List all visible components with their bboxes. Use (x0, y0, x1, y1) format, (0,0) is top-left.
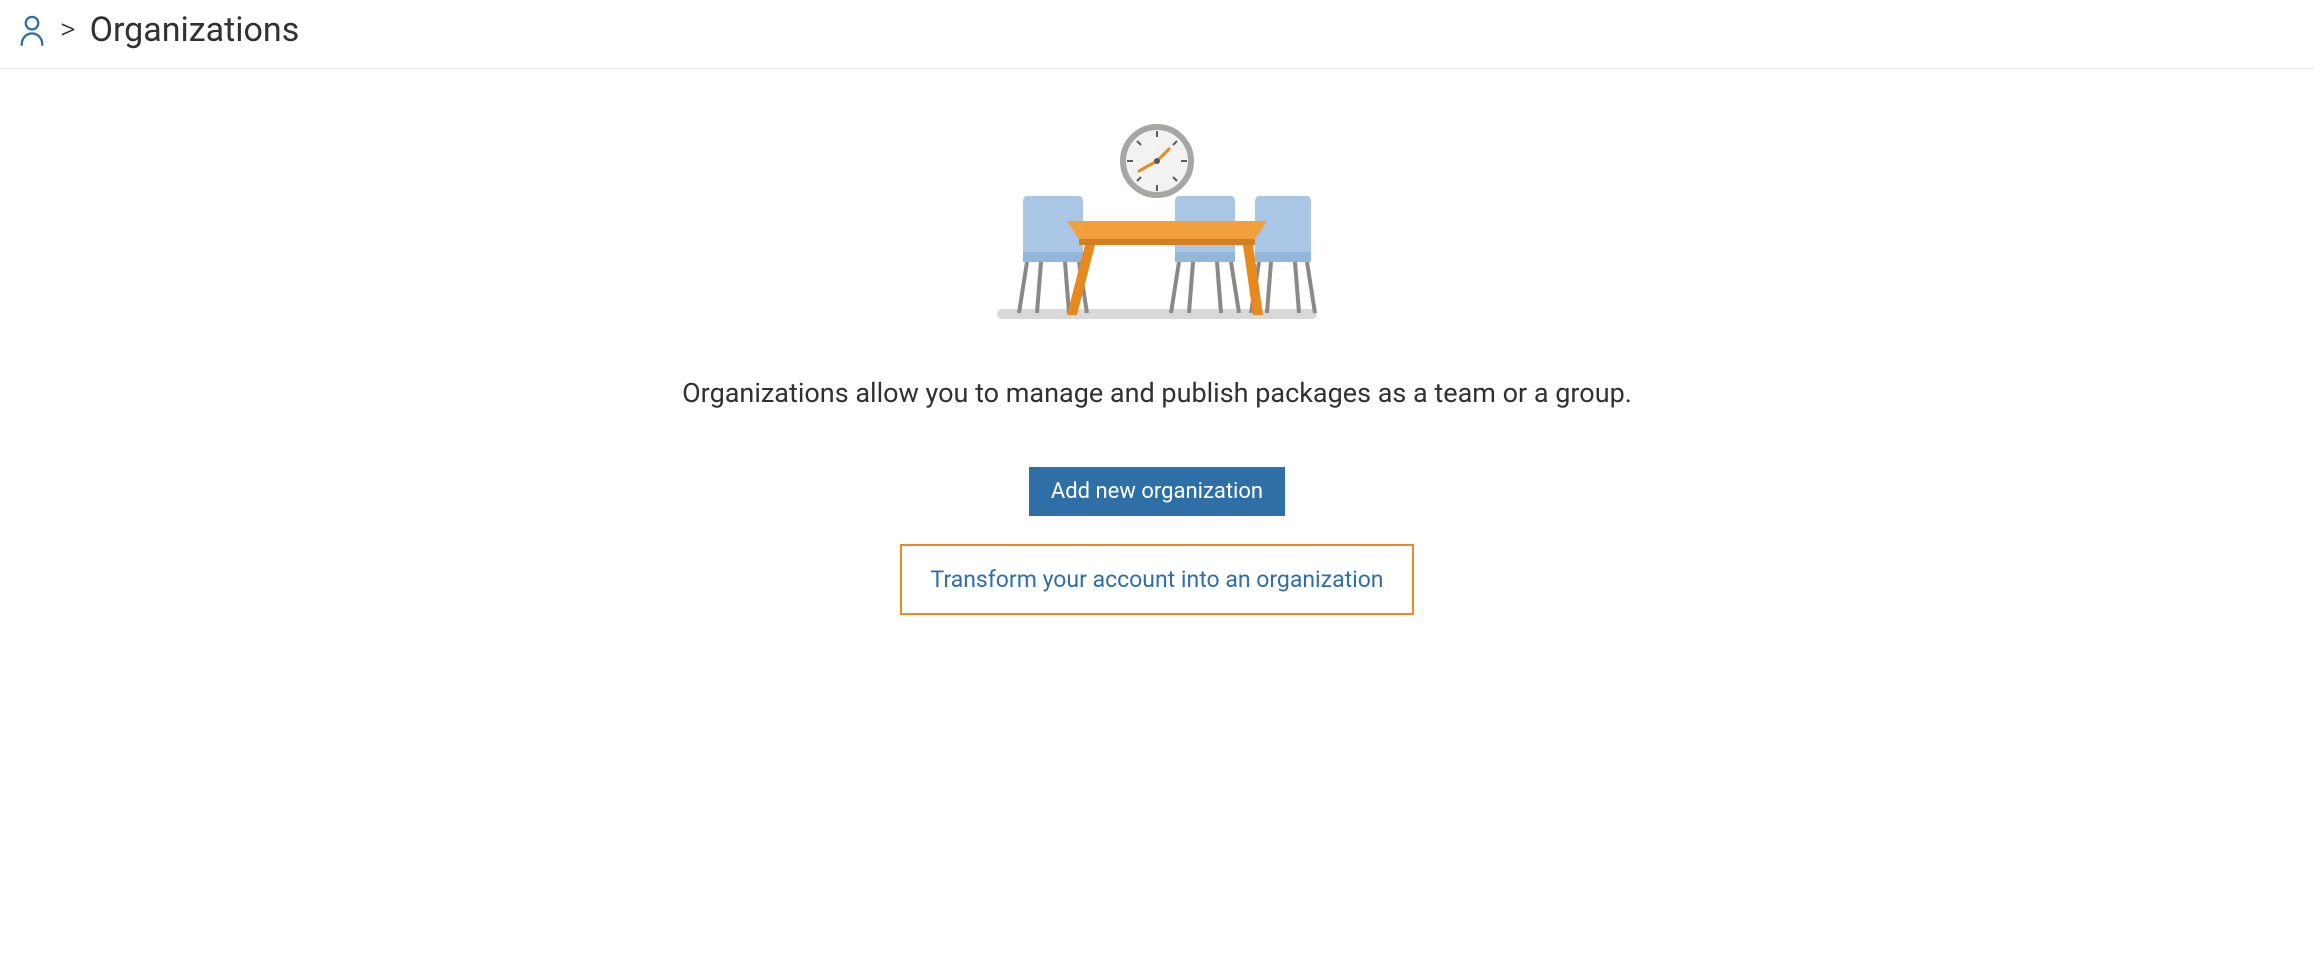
main-content: Organizations allow you to manage and pu… (0, 69, 2314, 615)
breadcrumb: > Organizations (0, 0, 2314, 69)
page-title: Organizations (90, 10, 300, 50)
organizations-description: Organizations allow you to manage and pu… (682, 377, 1632, 409)
breadcrumb-separator: > (60, 15, 76, 45)
meeting-room-illustration (997, 121, 1317, 321)
user-icon[interactable] (18, 14, 46, 46)
add-new-organization-button[interactable]: Add new organization (1029, 467, 1285, 516)
transform-account-button[interactable]: Transform your account into an organizat… (900, 544, 1413, 615)
